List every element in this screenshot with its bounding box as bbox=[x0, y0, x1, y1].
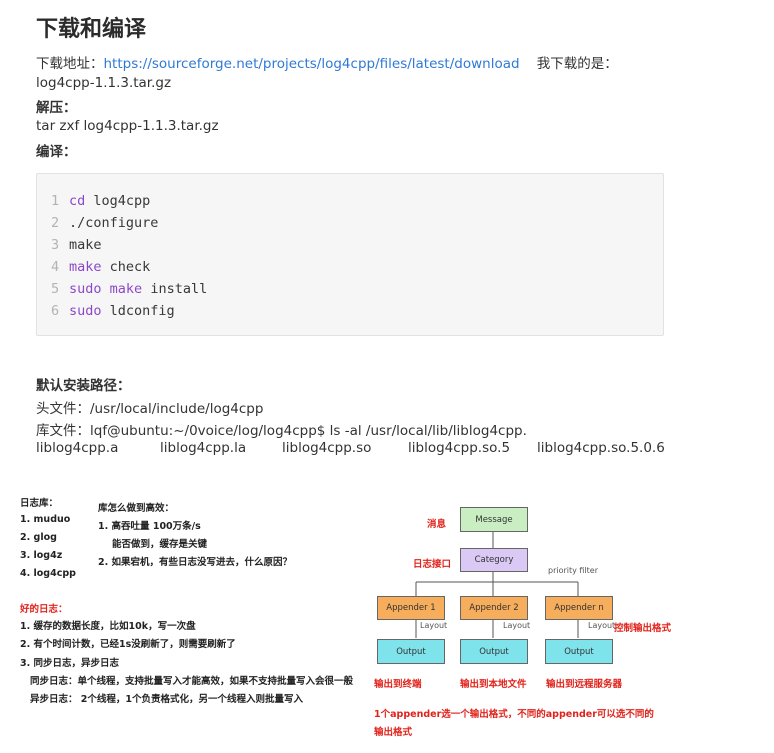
code-block: 1 cd log4cpp 2 ./configure 3 make 4 make… bbox=[36, 173, 664, 336]
layout-label: Layout bbox=[420, 621, 448, 630]
line-number: 4 bbox=[51, 259, 60, 275]
install-header-path: 头文件：/usr/local/include/log4cpp bbox=[36, 401, 264, 417]
async-log-note: 异步日志： 2个线程，1个负责格式化，另一个线程入则批量写入 bbox=[30, 694, 304, 705]
output-box-n: Output bbox=[545, 639, 613, 664]
appender-2-box: Appender 2 bbox=[460, 596, 528, 620]
download-file: log4cpp-1.1.3.tar.gz bbox=[36, 75, 172, 91]
label-out-file: 输出到本地文件 bbox=[460, 679, 527, 690]
layout-label: Layout bbox=[503, 621, 531, 630]
label-out-remote: 输出到远程服务器 bbox=[546, 679, 623, 690]
line-number: 1 bbox=[51, 193, 60, 209]
appender-1-box: Appender 1 bbox=[377, 596, 445, 620]
extract-label: 解压： bbox=[36, 100, 77, 116]
perf-title: 库怎么做到高效： bbox=[98, 503, 175, 514]
line-number: 6 bbox=[51, 303, 60, 319]
log-libs-title: 日志库： bbox=[20, 498, 59, 509]
perf-item: 1. 高吞吐量 100万条/s bbox=[98, 521, 201, 532]
install-title: 默认安装路径： bbox=[36, 378, 131, 394]
good-log-item: 2. 有个时间计数，已经1s没刷新了，则需要刷新了 bbox=[20, 639, 236, 650]
message-box: Message bbox=[460, 507, 528, 532]
install-lib-line: 库文件：lqf@ubuntu:~/0voice/log/log4cpp$ ls … bbox=[36, 423, 527, 439]
log-lib-item: 4. log4cpp bbox=[20, 568, 76, 579]
code-line-2: ./configure bbox=[69, 215, 159, 231]
appender-footnote-cont: 输出格式 bbox=[374, 727, 413, 738]
download-label: 下载地址： bbox=[36, 56, 104, 72]
code-line-3: make bbox=[69, 237, 102, 253]
log-lib-item: 3. log4z bbox=[20, 550, 63, 561]
lib-file: liblog4cpp.so bbox=[282, 440, 372, 456]
code-line-5: sudo make install bbox=[69, 281, 208, 297]
line-number: 3 bbox=[51, 237, 60, 253]
download-line: 下载地址：https://sourceforge.net/projects/lo… bbox=[36, 52, 618, 72]
line-number: 5 bbox=[51, 281, 60, 297]
label-format: 控制输出格式 bbox=[614, 623, 672, 634]
code-line-6: sudo ldconfig bbox=[69, 303, 175, 319]
label-message: 消息 bbox=[427, 519, 447, 530]
compile-label: 编译： bbox=[36, 144, 77, 160]
lib-file: liblog4cpp.so.5.0.6 bbox=[537, 440, 665, 456]
perf-item-detail: 能否做到，缓存是关键 bbox=[112, 539, 208, 550]
appender-footnote: 1个appender选一个输出格式，不同的appender可以选不同的 bbox=[374, 709, 654, 720]
lib-file: liblog4cpp.so.5 bbox=[408, 440, 511, 456]
good-log-item: 1. 缓存的数据长度，比如10k，写一次盘 bbox=[20, 621, 196, 632]
lib-file: liblog4cpp.a bbox=[36, 440, 119, 456]
code-line-1: cd log4cpp bbox=[69, 193, 151, 209]
code-line-4: make check bbox=[69, 259, 151, 275]
download-link[interactable]: https://sourceforge.net/projects/log4cpp… bbox=[104, 56, 520, 72]
download-suffix: 我下载的是： bbox=[536, 56, 618, 72]
log-lib-item: 2. glog bbox=[20, 532, 57, 543]
good-log-item: 3. 同步日志，异步日志 bbox=[20, 658, 120, 669]
priority-filter-label: priority filter bbox=[548, 566, 599, 575]
category-box: Category bbox=[460, 548, 528, 572]
line-number: 2 bbox=[51, 215, 60, 231]
output-box-1: Output bbox=[377, 639, 445, 664]
good-log-title: 好的日志： bbox=[20, 604, 68, 615]
layout-label: Layout bbox=[588, 621, 616, 630]
sync-log-note: 同步日志：单个线程，支持批量写入才能高效，如果不支持批量写入会很一般 bbox=[30, 676, 354, 687]
log-lib-item: 1. muduo bbox=[20, 514, 71, 525]
output-box-2: Output bbox=[460, 639, 528, 664]
page-title: 下载和编译 bbox=[36, 17, 147, 42]
label-out-terminal: 输出到终端 bbox=[374, 679, 422, 690]
label-category: 日志接口 bbox=[413, 559, 452, 570]
perf-item: 2. 如果宕机，有些日志没写进去，什么原因？ bbox=[98, 557, 293, 568]
lib-file: liblog4cpp.la bbox=[160, 440, 247, 456]
extract-command: tar zxf log4cpp-1.1.3.tar.gz bbox=[36, 118, 219, 134]
appender-n-box: Appender n bbox=[545, 596, 613, 620]
